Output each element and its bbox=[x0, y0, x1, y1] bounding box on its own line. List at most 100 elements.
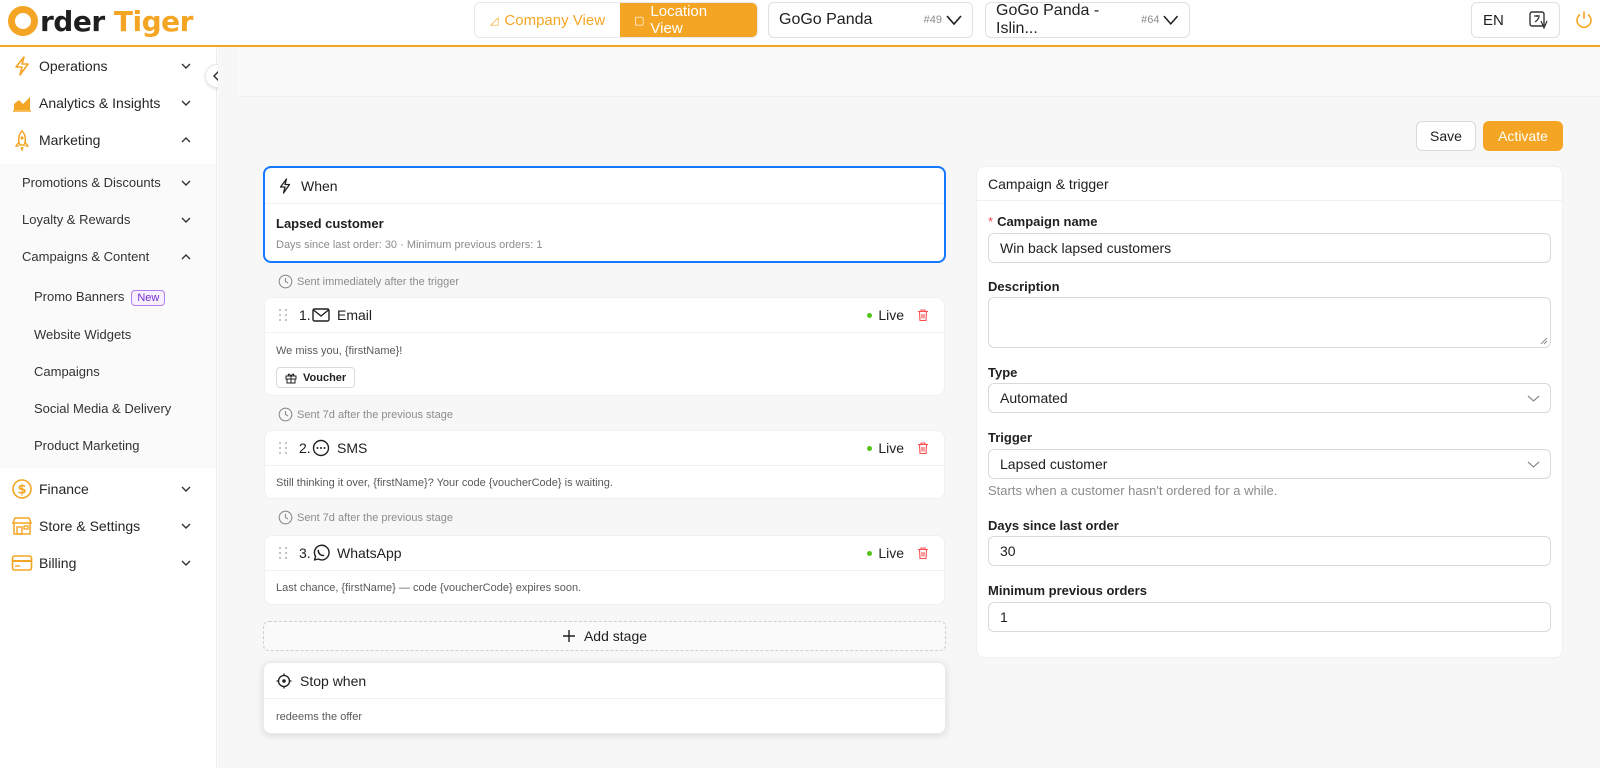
stage-card-email[interactable]: 1. Email Live We miss you, {firstName}! … bbox=[264, 297, 945, 396]
stage-number: 3. bbox=[299, 545, 311, 561]
type-label: Type bbox=[988, 365, 1018, 380]
chevron-down-icon bbox=[181, 523, 191, 529]
drag-handle-icon[interactable] bbox=[278, 308, 288, 322]
new-badge: New bbox=[131, 290, 166, 306]
language-switcher[interactable]: EN bbox=[1471, 2, 1560, 38]
stage-delay-text: Sent 7d after the previous stage bbox=[297, 408, 453, 421]
stage-message: Still thinking it over, {firstName}? You… bbox=[276, 477, 613, 489]
company-select[interactable]: GoGo Panda #49 bbox=[768, 2, 973, 38]
days-since-label: Days since last order bbox=[988, 518, 1119, 533]
chevron-down-icon bbox=[181, 63, 191, 69]
activate-button[interactable]: Activate bbox=[1483, 121, 1563, 151]
location-select-id: #64 bbox=[1141, 14, 1160, 26]
resize-handle-icon[interactable] bbox=[1540, 337, 1548, 345]
trigger-card-header: When bbox=[265, 168, 944, 204]
voucher-tag[interactable]: Voucher bbox=[276, 367, 356, 388]
sidebar-item-promo-banners[interactable]: Promo Banners New bbox=[0, 279, 216, 316]
add-stage-button[interactable]: Add stage bbox=[263, 621, 946, 651]
stage-channel: WhatsApp bbox=[337, 545, 402, 561]
chevron-down-icon bbox=[181, 100, 191, 106]
sidebar-item-campaigns[interactable]: Campaigns bbox=[0, 353, 216, 390]
sidebar-item-label: Analytics & Insights bbox=[39, 94, 161, 111]
sidebar-item-campaigns-content[interactable]: Campaigns & Content bbox=[0, 238, 216, 275]
campaign-name-input[interactable]: Win back lapsed customers bbox=[988, 233, 1551, 263]
stage-status: Live bbox=[867, 545, 904, 561]
panel-title: Campaign & trigger bbox=[977, 167, 1562, 201]
stage-status-label: Live bbox=[878, 545, 904, 561]
company-view-icon: ◿ bbox=[489, 14, 499, 27]
stage-card-whatsapp[interactable]: 3. WhatsApp Live Last chance, {firstName… bbox=[264, 535, 945, 605]
drag-handle-icon[interactable] bbox=[278, 441, 288, 455]
sidebar: Operations Analytics & Insights Marketin… bbox=[0, 47, 217, 768]
company-view-button[interactable]: ◿ Company View bbox=[475, 3, 620, 37]
sidebar-item-loyalty[interactable]: Loyalty & Rewards bbox=[0, 201, 216, 238]
campaign-name-label-text: Campaign name bbox=[997, 214, 1098, 229]
sidebar-item-label: Promotions & Discounts bbox=[22, 175, 161, 190]
sidebar-item-label: Operations bbox=[39, 57, 108, 74]
chevron-up-icon bbox=[181, 253, 191, 259]
sidebar-item-store-settings[interactable]: Store & Settings bbox=[0, 507, 216, 544]
days-since-input[interactable]: 30 bbox=[988, 536, 1551, 566]
sidebar-item-promotions[interactable]: Promotions & Discounts bbox=[0, 164, 216, 201]
drag-handle-icon[interactable] bbox=[278, 546, 288, 560]
sidebar-item-social-media[interactable]: Social Media & Delivery bbox=[0, 390, 216, 427]
sidebar-item-finance[interactable]: $ Finance bbox=[0, 470, 216, 507]
sidebar-item-label: Website Widgets bbox=[34, 327, 132, 342]
stage-delay: Sent immediately after the trigger bbox=[278, 274, 459, 289]
company-view-label: Company View bbox=[504, 11, 606, 29]
stage-delay: Sent 7d after the previous stage bbox=[278, 510, 453, 525]
sidebar-item-analytics[interactable]: Analytics & Insights bbox=[0, 84, 216, 121]
sidebar-item-billing[interactable]: Billing bbox=[0, 544, 216, 581]
sidebar-item-label: Finance bbox=[39, 480, 89, 497]
logo-text: rder Tiger bbox=[40, 5, 193, 38]
plus-icon bbox=[562, 630, 575, 642]
target-icon bbox=[276, 673, 292, 688]
translate-icon[interactable] bbox=[1529, 11, 1549, 29]
lightning-icon bbox=[15, 55, 29, 76]
lightning-icon bbox=[279, 177, 291, 194]
trash-icon[interactable] bbox=[916, 308, 930, 322]
power-icon[interactable] bbox=[1574, 10, 1594, 30]
view-toggle: ◿ Company View ▢ Location View bbox=[474, 2, 758, 38]
voucher-tag-label: Voucher bbox=[303, 371, 347, 384]
stop-card-title: Stop when bbox=[300, 672, 367, 689]
sidebar-item-marketing[interactable]: Marketing bbox=[0, 121, 216, 158]
sidebar-item-label: Marketing bbox=[39, 131, 101, 148]
svg-text:$: $ bbox=[17, 482, 26, 497]
sidebar-item-website-widgets[interactable]: Website Widgets bbox=[0, 316, 216, 353]
promo-banners-label: Promo Banners bbox=[34, 289, 125, 304]
stop-condition-card[interactable]: Stop when redeems the offer bbox=[263, 662, 946, 734]
order-tiger-logo[interactable]: rder Tiger bbox=[8, 3, 193, 39]
sidebar-item-product-marketing[interactable]: Product Marketing bbox=[0, 427, 216, 464]
location-view-icon: ▢ bbox=[634, 14, 645, 27]
clock-icon bbox=[278, 407, 293, 422]
whatsapp-icon bbox=[313, 544, 330, 561]
type-select[interactable]: Automated bbox=[988, 383, 1551, 413]
trash-icon[interactable] bbox=[916, 441, 930, 455]
description-textarea[interactable] bbox=[988, 297, 1551, 348]
location-select[interactable]: GoGo Panda - Islin... #64 bbox=[985, 2, 1190, 38]
trigger-select[interactable]: Lapsed customer bbox=[988, 449, 1551, 479]
trigger-card[interactable]: When Lapsed customer Days since last ord… bbox=[263, 166, 946, 263]
status-dot bbox=[867, 445, 873, 451]
stage-header: 3. WhatsApp Live bbox=[265, 536, 944, 571]
card-icon bbox=[11, 554, 33, 571]
min-orders-input[interactable]: 1 bbox=[988, 602, 1551, 632]
trash-icon[interactable] bbox=[916, 546, 930, 560]
location-view-button[interactable]: ▢ Location View bbox=[620, 3, 757, 37]
sms-icon bbox=[312, 439, 330, 457]
sidebar-item-label: Campaigns bbox=[34, 364, 100, 379]
trigger-card-title: When bbox=[301, 177, 338, 194]
chevron-down-icon bbox=[946, 15, 962, 26]
dollar-icon: $ bbox=[12, 478, 32, 499]
stage-delay: Sent 7d after the previous stage bbox=[278, 407, 453, 422]
sidebar-item-label: Loyalty & Rewards bbox=[22, 212, 131, 227]
stage-card-sms[interactable]: 2. SMS Live Still thinking it over, {fir… bbox=[264, 430, 945, 499]
sidebar-item-operations[interactable]: Operations bbox=[0, 47, 216, 84]
clock-icon bbox=[278, 274, 293, 289]
stop-condition-text: redeems the offer bbox=[276, 711, 363, 723]
save-button[interactable]: Save bbox=[1416, 121, 1476, 151]
campaign-settings-panel: Campaign & trigger * Campaign name Win ba… bbox=[976, 166, 1563, 658]
stage-delay-text: Sent immediately after the trigger bbox=[297, 275, 460, 288]
stage-delay-text: Sent 7d after the previous stage bbox=[297, 511, 453, 524]
